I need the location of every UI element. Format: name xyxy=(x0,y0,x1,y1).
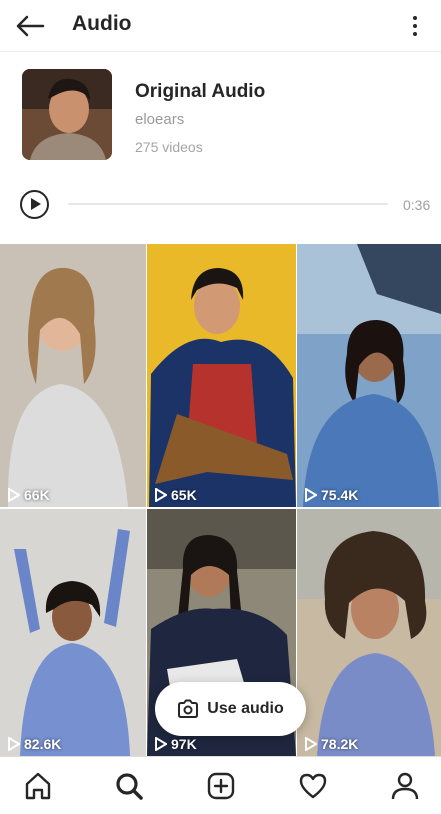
video-tile[interactable]: 78.2K xyxy=(297,509,441,756)
profile-icon xyxy=(391,772,419,800)
play-icon xyxy=(305,737,317,751)
use-audio-label: Use audio xyxy=(207,700,284,717)
video-thumbnail xyxy=(0,244,146,507)
view-count: 97K xyxy=(155,736,197,752)
video-thumbnail xyxy=(0,509,146,756)
video-tile[interactable]: 65K xyxy=(147,244,296,507)
view-count: 82.6K xyxy=(8,736,61,752)
search-icon xyxy=(116,773,143,800)
more-options-button[interactable] xyxy=(405,10,425,42)
view-count: 75.4K xyxy=(305,487,358,503)
audio-artist[interactable]: eloears xyxy=(135,111,184,128)
video-thumbnail xyxy=(297,244,441,507)
view-count: 66K xyxy=(8,487,50,503)
camera-icon xyxy=(178,699,199,718)
nav-search-button[interactable] xyxy=(112,769,146,803)
home-icon xyxy=(25,772,51,800)
page-title: Audio xyxy=(72,12,132,35)
back-button[interactable] xyxy=(10,6,50,46)
use-audio-button[interactable]: Use audio xyxy=(155,682,306,736)
video-tile[interactable]: 82.6K xyxy=(0,509,146,756)
video-tile[interactable]: 66K xyxy=(0,244,146,507)
heart-icon xyxy=(299,773,327,799)
video-grid: 66K 65K 75.4K 82.6K 97K 78.2K xyxy=(0,244,441,756)
more-vertical-icon xyxy=(413,16,417,20)
play-button[interactable] xyxy=(20,190,49,219)
audio-cover-image[interactable] xyxy=(22,69,112,160)
bottom-nav xyxy=(0,756,441,814)
nav-activity-button[interactable] xyxy=(296,769,330,803)
view-count: 65K xyxy=(155,487,197,503)
top-bar: Audio xyxy=(0,0,441,52)
duration-label: 0:36 xyxy=(403,197,431,213)
progress-track[interactable] xyxy=(68,203,388,205)
audio-title: Original Audio xyxy=(135,81,266,102)
nav-profile-button[interactable] xyxy=(388,769,422,803)
video-thumbnail xyxy=(297,509,441,756)
arrow-left-icon xyxy=(16,15,45,37)
nav-add-post-button[interactable] xyxy=(204,769,238,803)
play-icon xyxy=(305,488,317,502)
video-count: 275 videos xyxy=(135,139,203,155)
audio-player: 0:36 xyxy=(0,180,441,228)
view-count: 78.2K xyxy=(305,736,358,752)
audio-header: Original Audio eloears 275 videos xyxy=(0,52,441,176)
video-tile[interactable]: 75.4K xyxy=(297,244,441,507)
play-icon xyxy=(155,737,167,751)
play-icon xyxy=(155,488,167,502)
play-icon xyxy=(8,488,20,502)
nav-home-button[interactable] xyxy=(21,769,55,803)
add-post-icon xyxy=(207,772,235,800)
play-icon xyxy=(8,737,20,751)
video-thumbnail xyxy=(147,244,296,507)
